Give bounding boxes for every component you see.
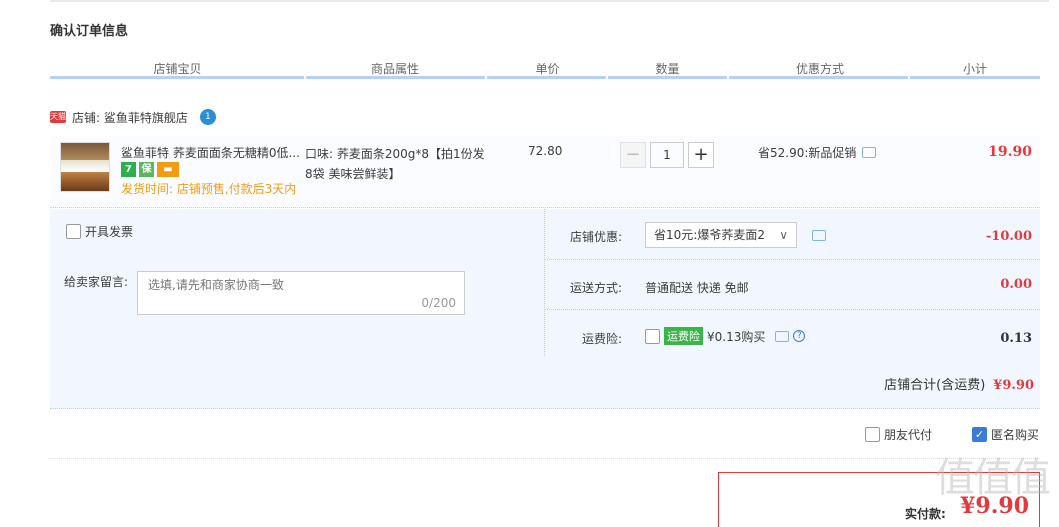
unit-price: 72.80 [528,144,563,158]
shipping-amount: 0.00 [1000,277,1032,292]
product-thumbnail[interactable] [60,142,110,192]
seven-day-return-icon[interactable]: 7 [121,162,136,177]
wangwang-chat-icon[interactable]: 1 [199,109,216,125]
shop-total-label: 店铺合计(含运费) [884,378,986,393]
shipping-label: 运送方式: [569,281,622,295]
qty-decrease-button[interactable]: − [620,142,646,168]
promo-info: 省52.90:新品促销 [758,144,877,161]
divider [544,309,1040,310]
insurance-badge: 运费险 [664,327,703,345]
checkbox-box[interactable] [66,224,81,239]
memo-field[interactable]: 0/200 [137,271,465,315]
order-options-panel: 开具发票 给卖家留言: 0/200 店铺优惠: 省10元:爆爷荞麦面2 ∨ -1… [50,209,1040,409]
shop-name-link[interactable]: 店铺: 鲨鱼菲特旗舰店 [72,109,188,126]
pay-label: 实付款: [905,507,946,521]
divider [544,259,1040,260]
insurance-label: 运费险: [581,332,622,346]
col-bar [608,76,727,79]
watermark: 值值值 [935,455,1051,501]
checkbox-box[interactable] [864,427,880,442]
col-bar [910,76,1040,79]
memo-input[interactable] [148,278,448,292]
help-icon[interactable]: ? [793,330,806,342]
shop-discount-select[interactable]: 省10元:爆爷荞麦面2 ∨ [645,222,797,248]
insurance-checkbox[interactable] [645,328,660,344]
insurance-amount: 0.13 [1000,331,1032,346]
tmall-badge-icon: 天猫 [50,111,66,123]
column-headers: 店铺宝贝 商品属性 单价 数量 优惠方式 小计 [50,60,1040,79]
col-bar [729,76,908,79]
ship-time-text: 发货时间: 店铺预售,付款后3天内 [121,182,297,196]
promo-text: 省52.90:新品促销 [758,146,857,160]
friend-pay-checkbox[interactable]: 朋友代付 [864,426,932,443]
invoice-checkbox[interactable]: 开具发票 [66,223,133,240]
shop-total: 店铺合计(含运费) ¥9.90 [884,374,1034,393]
col-bar [487,76,606,79]
anonymous-checkbox[interactable]: ✓ 匿名购买 [971,426,1039,443]
payment-options: 朋友代付 ✓ 匿名购买 [864,426,1039,443]
col-header-qty: 数量 [655,62,680,76]
shop-row: 天猫 店铺: 鲨鱼菲特旗舰店 1 [50,108,216,126]
product-title-link[interactable]: 鲨鱼菲特 荞麦面面条无糖精0低... [121,144,301,161]
insurance-option: 运费险 ¥0.13购买 ? [645,327,806,345]
comment-icon[interactable] [862,147,877,158]
comment-icon[interactable] [775,330,790,342]
quantity-stepper: − 1 + [620,142,714,168]
service-icons: 7 保 ▬ [121,162,179,177]
col-bar [50,76,304,79]
order-item-row: 鲨鱼菲特 荞麦面面条无糖精0低... 7 保 ▬ 发货时间: 店铺预售,付款后3… [50,136,1040,208]
col-header-item: 店铺宝贝 [153,62,202,76]
credit-card-icon[interactable]: ▬ [157,162,179,177]
page-title: 确认订单信息 [50,24,129,39]
col-header-price: 单价 [535,62,560,76]
guarantee-icon[interactable]: 保 [139,162,154,177]
insurance-price: ¥0.13购买 [707,329,766,344]
memo-char-count: 0/200 [421,296,456,310]
checkmark-icon[interactable]: ✓ [971,427,987,442]
product-attribute: 口味: 荞麦面条200g*8【拍1份发8袋 美味尝鲜装】 [305,147,485,181]
col-header-promo: 优惠方式 [795,62,844,76]
top-divider [50,0,1049,2]
shipping-method: 普通配送 快递 免邮 [645,281,749,295]
col-header-attr: 商品属性 [370,62,419,76]
shop-discount-value: 省10元:爆爷荞麦面2 [654,228,765,242]
chevron-down-icon: ∨ [779,228,788,242]
qty-increase-button[interactable]: + [688,142,714,168]
divider [50,458,1040,459]
shop-total-amount: ¥9.90 [993,378,1034,393]
col-bar [306,76,485,79]
invoice-label: 开具发票 [85,225,134,239]
friend-pay-label: 朋友代付 [883,428,932,442]
memo-label: 给卖家留言: [64,275,129,289]
comment-icon[interactable] [812,230,826,241]
shop-discount-amount: -10.00 [985,229,1032,244]
item-subtotal: 19.90 [988,144,1032,160]
anonymous-label: 匿名购买 [990,428,1039,442]
shop-discount-label: 店铺优惠: [569,230,622,244]
qty-input[interactable]: 1 [650,142,684,168]
col-header-subtotal: 小计 [962,62,987,76]
